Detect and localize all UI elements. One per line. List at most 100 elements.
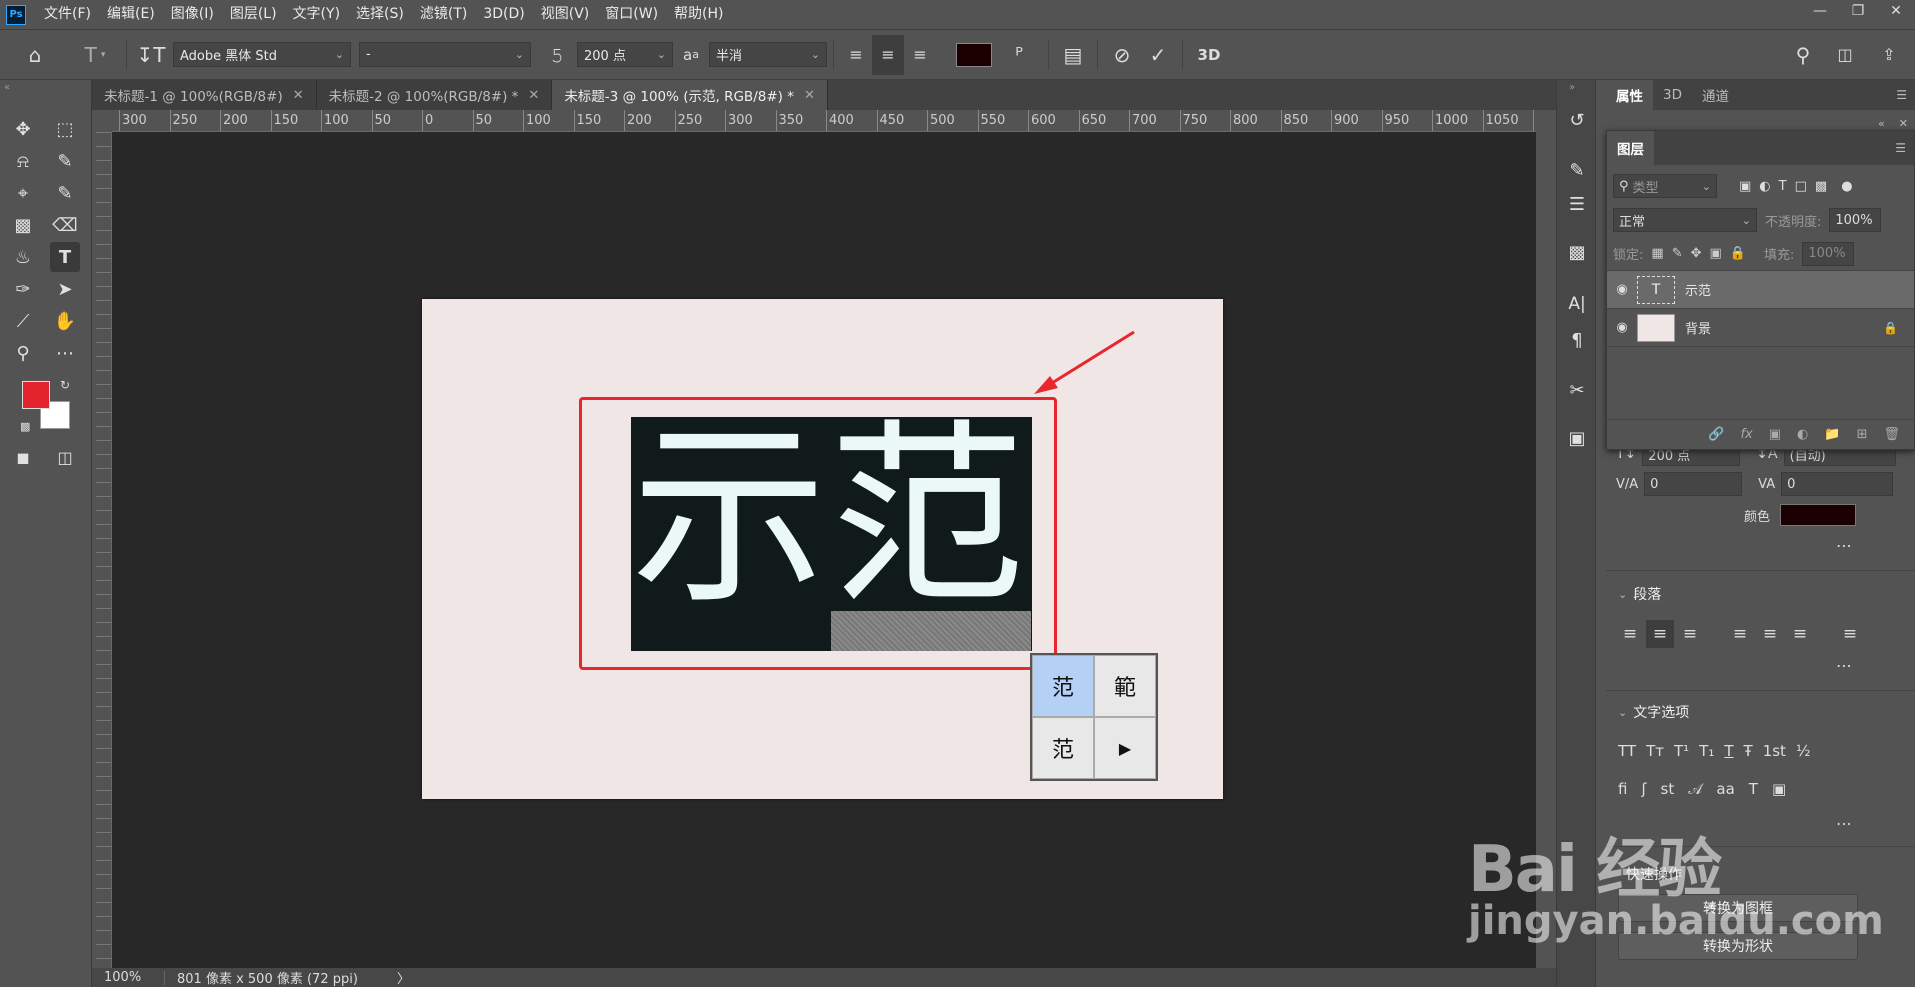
ordinal-icon[interactable]: 1st [1763, 742, 1786, 760]
tab-doc-3[interactable]: 未标题-3 @ 100% (示范, RGB/8#) * ✕ [552, 80, 828, 110]
close-icon[interactable]: ✕ [293, 88, 304, 103]
menu-file[interactable]: 文件(F) [36, 0, 99, 29]
close-panel-icon[interactable]: ✕ [1899, 117, 1908, 130]
line-tool-icon[interactable]: ⟋ [8, 306, 38, 336]
ime-candidate-3[interactable]: 范 [1032, 717, 1094, 779]
font-size-select[interactable]: 200 点 ⌄ [577, 42, 673, 67]
tracking-field[interactable]: 0 [1781, 472, 1894, 496]
more-options-icon[interactable]: ⋯ [1836, 656, 1852, 675]
move-tool-icon[interactable]: ✥ [8, 114, 38, 144]
fill-field[interactable]: 100% [1802, 241, 1855, 266]
menu-window[interactable]: 窗口(W) [597, 0, 666, 29]
character-panel-icon[interactable]: ▤ [1055, 35, 1091, 75]
close-icon[interactable]: ✕ [804, 88, 815, 103]
ligature-icon[interactable]: fi [1618, 780, 1627, 798]
3d-icon[interactable]: 3D [1189, 35, 1229, 75]
pen-tool-icon[interactable]: ✑ [8, 274, 38, 304]
panel-menu-icon[interactable]: ☰ [1896, 88, 1915, 102]
menu-edit[interactable]: 编辑(E) [99, 0, 163, 29]
brush-icon[interactable]: ✎ [1561, 154, 1593, 186]
link-layers-icon[interactable]: 🔗 [1708, 427, 1724, 442]
stylistic-icon[interactable]: aa [1716, 780, 1734, 798]
minimize-icon[interactable]: — [1801, 0, 1839, 22]
lock-transparent-icon[interactable]: ▦ [1651, 246, 1663, 261]
lasso-tool-icon[interactable]: ⍾ [8, 146, 38, 176]
menu-type[interactable]: 文字(Y) [285, 0, 348, 29]
text-color-swatch[interactable] [956, 42, 992, 67]
ime-next-icon[interactable]: ▶ [1094, 717, 1156, 779]
status-arrow-icon[interactable]: 〉 [397, 968, 410, 987]
more-tools-icon[interactable]: ⋯ [50, 338, 80, 368]
superscript-icon[interactable]: T¹ [1674, 742, 1689, 760]
collapse-panel-icon[interactable]: « [1878, 117, 1885, 130]
opacity-field[interactable]: 100% [1829, 208, 1882, 232]
font-style-select[interactable]: - ⌄ [359, 42, 531, 67]
tab-channels[interactable]: 通道 [1692, 80, 1739, 110]
clone-source-icon[interactable]: ▩ [1561, 236, 1593, 268]
type-tool-preset-icon[interactable]: T ▾ [70, 35, 120, 75]
commit-check-icon[interactable]: ✓ [1140, 35, 1176, 75]
add-mask-icon[interactable]: ▣ [1769, 427, 1781, 442]
visibility-eye-icon[interactable]: ◉ [1607, 320, 1637, 335]
paragraph-section-title[interactable]: ⌄ 段落 [1618, 584, 1661, 604]
adjust-filter-icon[interactable]: ◐ [1759, 179, 1770, 194]
character-icon[interactable]: A| [1561, 288, 1593, 320]
trash-icon[interactable]: 🗑 [1883, 427, 1900, 442]
justify-left-icon[interactable]: ≡ [1726, 620, 1754, 648]
tab-layers[interactable]: 图层 [1607, 131, 1654, 165]
lock-all-icon[interactable]: 🔒 [1730, 246, 1746, 261]
justify-right-icon[interactable]: ≡ [1786, 620, 1814, 648]
path-select-tool-icon[interactable]: ➤ [50, 274, 80, 304]
quick-mask-icon[interactable]: ◼ [8, 442, 38, 472]
share-icon[interactable]: ⇪ [1874, 35, 1904, 75]
type-filter-icon[interactable]: T [1779, 179, 1787, 194]
collapse-icon[interactable]: « [4, 82, 10, 93]
alt-ligature-icon[interactable]: ʃ [1641, 780, 1646, 798]
warp-text-icon[interactable]: ᴾ [996, 35, 1042, 75]
align-center-icon[interactable]: ≡ [1646, 620, 1674, 648]
menu-view[interactable]: 视图(V) [533, 0, 598, 29]
screen-mode-icon[interactable]: ◫ [50, 442, 80, 472]
panel-menu-icon[interactable]: ☰ [1895, 141, 1914, 155]
eraser-tool-icon[interactable]: ⌫ [50, 210, 80, 240]
history-icon[interactable]: ↺ [1561, 104, 1593, 136]
align-right-icon[interactable]: ≡ [904, 35, 936, 75]
zoom-tool-icon[interactable]: ⚲ [8, 338, 38, 368]
layer-row-text[interactable]: ◉ T 示范 [1607, 271, 1914, 309]
paint-bucket-tool-icon[interactable]: ♨ [8, 242, 38, 272]
tab-properties[interactable]: 属性 [1606, 80, 1653, 110]
menu-layer[interactable]: 图层(L) [222, 0, 285, 29]
paragraph-icon[interactable]: ¶ [1561, 324, 1593, 356]
text-options-section-title[interactable]: ⌄ 文字选项 [1618, 702, 1689, 722]
filter-toggle-icon[interactable]: ● [1841, 179, 1852, 194]
stamp-tool-icon[interactable]: ▩ [8, 210, 38, 240]
glyphs-icon[interactable]: ▣ [1561, 422, 1593, 454]
type-tool-icon[interactable]: T [50, 242, 80, 272]
antialias-select[interactable]: 半消 ⌄ [709, 42, 827, 67]
layer-row-background[interactable]: ◉ 背景 🔒 [1607, 309, 1914, 347]
ime-candidate-1[interactable]: 范 [1032, 655, 1094, 717]
lock-pixels-icon[interactable]: ✎ [1672, 246, 1683, 261]
subscript-icon[interactable]: T₁ [1699, 742, 1714, 760]
search-icon[interactable]: ⚲ [1790, 35, 1816, 75]
kerning-field[interactable]: 0 [1644, 472, 1743, 496]
underline-icon[interactable]: T [1724, 742, 1733, 760]
old-style-icon[interactable]: st [1661, 780, 1675, 798]
fx-icon[interactable]: fx [1740, 427, 1752, 442]
tab-3d[interactable]: 3D [1653, 80, 1692, 110]
ime-candidate-2[interactable]: 範 [1094, 655, 1156, 717]
expand-icon[interactable]: » [1569, 82, 1575, 93]
cancel-icon[interactable]: ⊘ [1104, 35, 1140, 75]
visibility-eye-icon[interactable]: ◉ [1607, 282, 1637, 297]
workspace-icon[interactable]: ◫ [1830, 35, 1860, 75]
toggle-orientation-icon[interactable]: ↧T [133, 35, 169, 75]
more-options-icon[interactable]: ⋯ [1836, 814, 1852, 833]
menu-3d[interactable]: 3D(D) [475, 0, 532, 29]
pixel-filter-icon[interactable]: ▣ [1739, 179, 1751, 194]
adjustment-layer-icon[interactable]: ◐ [1797, 427, 1808, 442]
home-icon[interactable]: ⌂ [0, 35, 70, 75]
layer-filter-select[interactable]: ⚲ 类型 ⌄ [1613, 174, 1717, 198]
frame-tool-icon[interactable]: ✎ [50, 178, 80, 208]
lock-position-icon[interactable]: ✥ [1691, 246, 1702, 261]
menu-image[interactable]: 图像(I) [163, 0, 222, 29]
